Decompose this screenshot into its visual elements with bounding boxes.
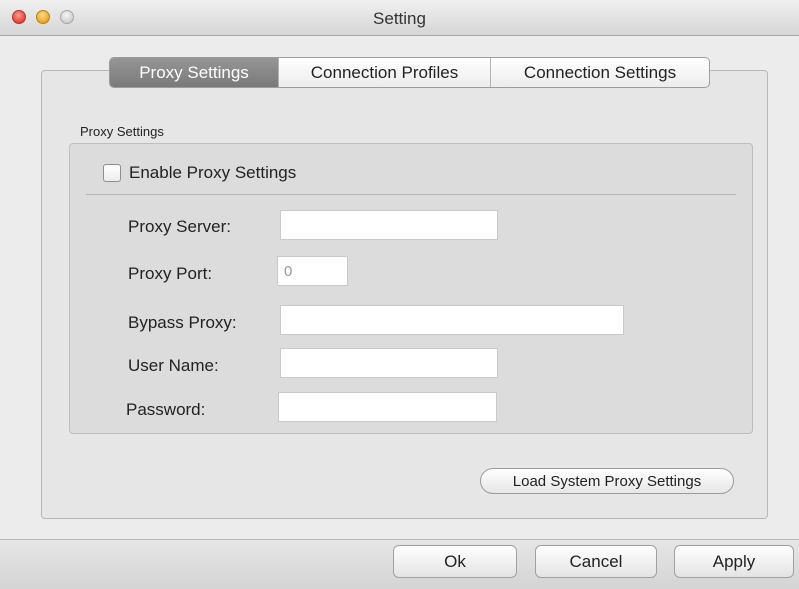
tab-proxy-settings[interactable]: Proxy Settings <box>110 58 278 87</box>
user-name-label: User Name: <box>128 356 219 375</box>
tab-connection-settings[interactable]: Connection Settings <box>490 58 709 87</box>
tab-connection-profiles[interactable]: Connection Profiles <box>278 58 490 87</box>
window-title: Setting <box>373 9 426 28</box>
group-separator <box>86 194 736 195</box>
bypass-proxy-input[interactable] <box>280 305 624 335</box>
ok-button[interactable]: Ok <box>393 545 517 578</box>
enable-proxy-label: Enable Proxy Settings <box>129 163 297 182</box>
user-name-input[interactable] <box>280 348 498 378</box>
password-input[interactable] <box>278 392 497 422</box>
bypass-proxy-label: Bypass Proxy: <box>128 313 237 332</box>
password-label: Password: <box>126 400 206 419</box>
load-system-proxy-button[interactable]: Load System Proxy Settings <box>480 468 734 494</box>
settings-window: Setting Proxy Settings Connection Profil… <box>0 0 799 589</box>
proxy-settings-group-box <box>69 143 753 434</box>
proxy-server-input[interactable] <box>280 210 498 240</box>
title-bar: Setting <box>0 0 799 36</box>
proxy-settings-group-title: Proxy Settings <box>80 124 164 139</box>
apply-button[interactable]: Apply <box>674 545 794 578</box>
proxy-port-label: Proxy Port: <box>128 264 213 283</box>
proxy-server-label: Proxy Server: <box>128 217 231 236</box>
cancel-button[interactable]: Cancel <box>535 545 657 578</box>
proxy-port-input[interactable] <box>277 256 348 286</box>
enable-proxy-row[interactable]: Enable Proxy Settings <box>103 163 296 183</box>
tab-bar: Proxy Settings Connection Profiles Conne… <box>109 57 710 88</box>
enable-proxy-checkbox[interactable] <box>103 164 121 182</box>
